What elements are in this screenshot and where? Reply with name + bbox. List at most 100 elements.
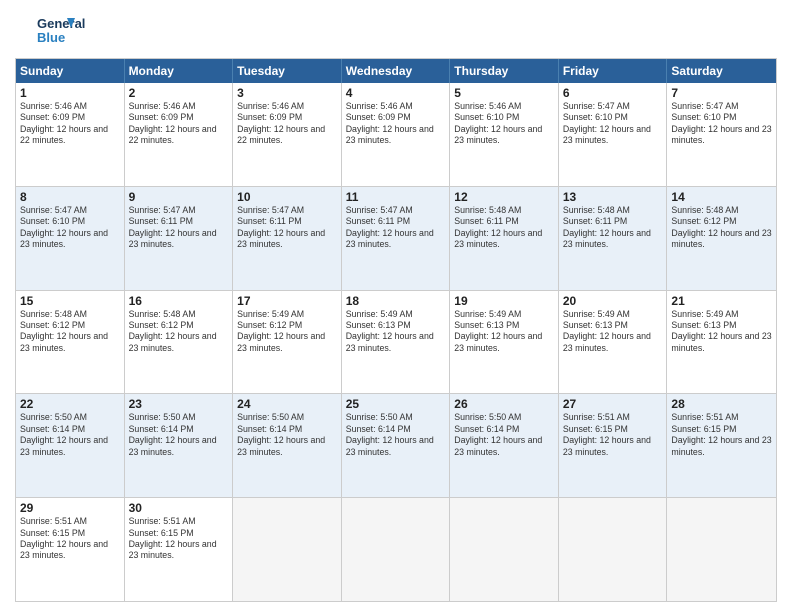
calendar-row-3: 22 Sunrise: 5:50 AMSunset: 6:14 PMDaylig…	[16, 393, 776, 497]
day-cell-10: 10 Sunrise: 5:47 AMSunset: 6:11 PMDaylig…	[233, 187, 342, 290]
logo: General Blue	[15, 10, 95, 50]
cell-info: Sunrise: 5:50 AMSunset: 6:14 PMDaylight:…	[346, 412, 434, 456]
day-number: 18	[346, 294, 446, 308]
cell-info: Sunrise: 5:49 AMSunset: 6:13 PMDaylight:…	[563, 309, 651, 353]
day-number: 17	[237, 294, 337, 308]
header-day-monday: Monday	[125, 59, 234, 83]
cell-info: Sunrise: 5:47 AMSunset: 6:11 PMDaylight:…	[237, 205, 325, 249]
day-cell-9: 9 Sunrise: 5:47 AMSunset: 6:11 PMDayligh…	[125, 187, 234, 290]
day-number: 27	[563, 397, 663, 411]
calendar-row-1: 8 Sunrise: 5:47 AMSunset: 6:10 PMDayligh…	[16, 186, 776, 290]
day-cell-27: 27 Sunrise: 5:51 AMSunset: 6:15 PMDaylig…	[559, 394, 668, 497]
empty-cell	[233, 498, 342, 601]
day-cell-7: 7 Sunrise: 5:47 AMSunset: 6:10 PMDayligh…	[667, 83, 776, 186]
logo-icon: General Blue	[15, 10, 95, 50]
calendar-header: SundayMondayTuesdayWednesdayThursdayFrid…	[16, 59, 776, 83]
day-cell-4: 4 Sunrise: 5:46 AMSunset: 6:09 PMDayligh…	[342, 83, 451, 186]
header-day-tuesday: Tuesday	[233, 59, 342, 83]
cell-info: Sunrise: 5:48 AMSunset: 6:12 PMDaylight:…	[671, 205, 771, 249]
day-number: 5	[454, 86, 554, 100]
cell-info: Sunrise: 5:47 AMSunset: 6:11 PMDaylight:…	[346, 205, 434, 249]
cell-info: Sunrise: 5:46 AMSunset: 6:09 PMDaylight:…	[20, 101, 108, 145]
day-number: 9	[129, 190, 229, 204]
cell-info: Sunrise: 5:50 AMSunset: 6:14 PMDaylight:…	[20, 412, 108, 456]
calendar-row-4: 29 Sunrise: 5:51 AMSunset: 6:15 PMDaylig…	[16, 497, 776, 601]
cell-info: Sunrise: 5:50 AMSunset: 6:14 PMDaylight:…	[454, 412, 542, 456]
calendar-row-2: 15 Sunrise: 5:48 AMSunset: 6:12 PMDaylig…	[16, 290, 776, 394]
day-cell-30: 30 Sunrise: 5:51 AMSunset: 6:15 PMDaylig…	[125, 498, 234, 601]
cell-info: Sunrise: 5:48 AMSunset: 6:12 PMDaylight:…	[20, 309, 108, 353]
cell-info: Sunrise: 5:51 AMSunset: 6:15 PMDaylight:…	[563, 412, 651, 456]
header-day-sunday: Sunday	[16, 59, 125, 83]
day-number: 19	[454, 294, 554, 308]
empty-cell	[450, 498, 559, 601]
empty-cell	[667, 498, 776, 601]
cell-info: Sunrise: 5:47 AMSunset: 6:10 PMDaylight:…	[20, 205, 108, 249]
day-cell-14: 14 Sunrise: 5:48 AMSunset: 6:12 PMDaylig…	[667, 187, 776, 290]
cell-info: Sunrise: 5:48 AMSunset: 6:12 PMDaylight:…	[129, 309, 217, 353]
day-number: 16	[129, 294, 229, 308]
cell-info: Sunrise: 5:51 AMSunset: 6:15 PMDaylight:…	[129, 516, 217, 560]
day-number: 22	[20, 397, 120, 411]
cell-info: Sunrise: 5:47 AMSunset: 6:11 PMDaylight:…	[129, 205, 217, 249]
day-number: 6	[563, 86, 663, 100]
day-number: 8	[20, 190, 120, 204]
cell-info: Sunrise: 5:46 AMSunset: 6:10 PMDaylight:…	[454, 101, 542, 145]
header-day-saturday: Saturday	[667, 59, 776, 83]
day-number: 12	[454, 190, 554, 204]
day-cell-6: 6 Sunrise: 5:47 AMSunset: 6:10 PMDayligh…	[559, 83, 668, 186]
page: General Blue SundayMondayTuesdayWednesda…	[0, 0, 792, 612]
day-number: 7	[671, 86, 772, 100]
day-number: 14	[671, 190, 772, 204]
day-cell-1: 1 Sunrise: 5:46 AMSunset: 6:09 PMDayligh…	[16, 83, 125, 186]
day-number: 24	[237, 397, 337, 411]
day-cell-13: 13 Sunrise: 5:48 AMSunset: 6:11 PMDaylig…	[559, 187, 668, 290]
header-day-friday: Friday	[559, 59, 668, 83]
day-cell-11: 11 Sunrise: 5:47 AMSunset: 6:11 PMDaylig…	[342, 187, 451, 290]
day-cell-16: 16 Sunrise: 5:48 AMSunset: 6:12 PMDaylig…	[125, 291, 234, 394]
calendar-row-0: 1 Sunrise: 5:46 AMSunset: 6:09 PMDayligh…	[16, 83, 776, 186]
day-number: 13	[563, 190, 663, 204]
cell-info: Sunrise: 5:49 AMSunset: 6:13 PMDaylight:…	[454, 309, 542, 353]
header: General Blue	[15, 10, 777, 50]
cell-info: Sunrise: 5:49 AMSunset: 6:13 PMDaylight:…	[671, 309, 771, 353]
day-cell-18: 18 Sunrise: 5:49 AMSunset: 6:13 PMDaylig…	[342, 291, 451, 394]
day-number: 1	[20, 86, 120, 100]
day-number: 26	[454, 397, 554, 411]
day-cell-22: 22 Sunrise: 5:50 AMSunset: 6:14 PMDaylig…	[16, 394, 125, 497]
day-number: 15	[20, 294, 120, 308]
day-number: 25	[346, 397, 446, 411]
empty-cell	[342, 498, 451, 601]
day-cell-28: 28 Sunrise: 5:51 AMSunset: 6:15 PMDaylig…	[667, 394, 776, 497]
cell-info: Sunrise: 5:46 AMSunset: 6:09 PMDaylight:…	[129, 101, 217, 145]
cell-info: Sunrise: 5:51 AMSunset: 6:15 PMDaylight:…	[671, 412, 771, 456]
day-cell-19: 19 Sunrise: 5:49 AMSunset: 6:13 PMDaylig…	[450, 291, 559, 394]
day-number: 3	[237, 86, 337, 100]
day-cell-17: 17 Sunrise: 5:49 AMSunset: 6:12 PMDaylig…	[233, 291, 342, 394]
cell-info: Sunrise: 5:50 AMSunset: 6:14 PMDaylight:…	[237, 412, 325, 456]
cell-info: Sunrise: 5:46 AMSunset: 6:09 PMDaylight:…	[237, 101, 325, 145]
empty-cell	[559, 498, 668, 601]
day-cell-3: 3 Sunrise: 5:46 AMSunset: 6:09 PMDayligh…	[233, 83, 342, 186]
cell-info: Sunrise: 5:50 AMSunset: 6:14 PMDaylight:…	[129, 412, 217, 456]
cell-info: Sunrise: 5:51 AMSunset: 6:15 PMDaylight:…	[20, 516, 108, 560]
day-number: 29	[20, 501, 120, 515]
day-cell-15: 15 Sunrise: 5:48 AMSunset: 6:12 PMDaylig…	[16, 291, 125, 394]
day-cell-29: 29 Sunrise: 5:51 AMSunset: 6:15 PMDaylig…	[16, 498, 125, 601]
day-number: 30	[129, 501, 229, 515]
day-cell-5: 5 Sunrise: 5:46 AMSunset: 6:10 PMDayligh…	[450, 83, 559, 186]
calendar: SundayMondayTuesdayWednesdayThursdayFrid…	[15, 58, 777, 602]
day-number: 21	[671, 294, 772, 308]
day-cell-8: 8 Sunrise: 5:47 AMSunset: 6:10 PMDayligh…	[16, 187, 125, 290]
calendar-body: 1 Sunrise: 5:46 AMSunset: 6:09 PMDayligh…	[16, 83, 776, 601]
header-day-wednesday: Wednesday	[342, 59, 451, 83]
day-number: 10	[237, 190, 337, 204]
cell-info: Sunrise: 5:49 AMSunset: 6:12 PMDaylight:…	[237, 309, 325, 353]
cell-info: Sunrise: 5:46 AMSunset: 6:09 PMDaylight:…	[346, 101, 434, 145]
cell-info: Sunrise: 5:49 AMSunset: 6:13 PMDaylight:…	[346, 309, 434, 353]
day-cell-20: 20 Sunrise: 5:49 AMSunset: 6:13 PMDaylig…	[559, 291, 668, 394]
svg-text:Blue: Blue	[37, 30, 65, 45]
day-cell-21: 21 Sunrise: 5:49 AMSunset: 6:13 PMDaylig…	[667, 291, 776, 394]
cell-info: Sunrise: 5:48 AMSunset: 6:11 PMDaylight:…	[563, 205, 651, 249]
day-cell-12: 12 Sunrise: 5:48 AMSunset: 6:11 PMDaylig…	[450, 187, 559, 290]
